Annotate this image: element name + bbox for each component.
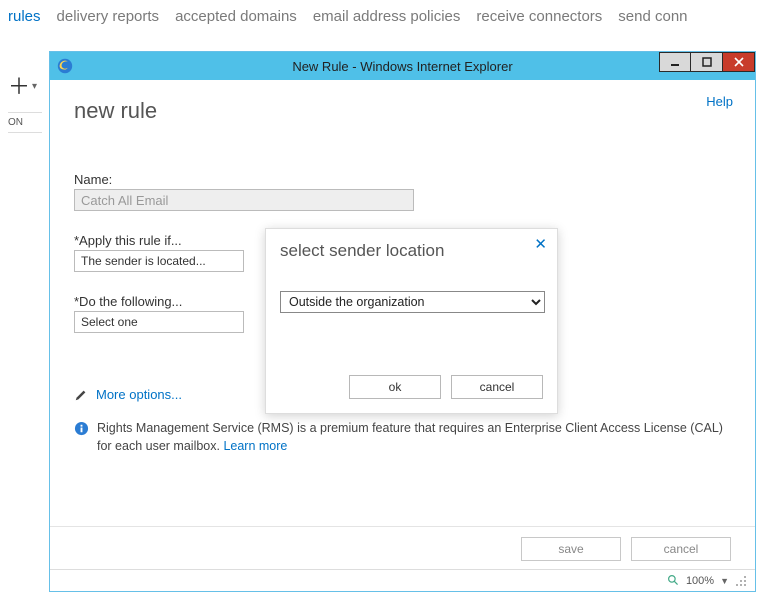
more-options-text: More options... (96, 387, 182, 402)
maximize-button[interactable] (691, 52, 723, 72)
zoom-value: 100% (686, 575, 714, 587)
ie-window: New Rule - Windows Internet Explorer Hel… (49, 51, 756, 592)
pencil-icon (74, 388, 88, 402)
magnifier-icon (667, 574, 680, 587)
window-title: New Rule - Windows Internet Explorer (50, 59, 755, 74)
footer: save cancel (50, 526, 755, 569)
apply-rule-select[interactable]: The sender is located... (74, 250, 244, 272)
info-text: Rights Management Service (RMS) is a pre… (97, 421, 723, 453)
tab-email-address-policies[interactable]: email address policies (313, 8, 461, 25)
name-input[interactable] (74, 189, 414, 211)
modal-ok-button[interactable]: ok (349, 375, 441, 399)
minimize-icon (670, 57, 680, 67)
save-button[interactable]: save (521, 537, 621, 561)
statusbar: 100% ▼ (50, 569, 755, 591)
maximize-icon (702, 57, 712, 67)
ie-icon (56, 57, 74, 75)
sender-location-modal: ✕ select sender location Outside the org… (265, 228, 558, 414)
info-text-container: Rights Management Service (RMS) is a pre… (97, 420, 731, 455)
close-icon (734, 57, 744, 67)
modal-buttons: ok cancel (349, 375, 543, 399)
tab-receive-connectors[interactable]: receive connectors (476, 8, 602, 25)
tab-accepted-domains[interactable]: accepted domains (175, 8, 297, 25)
left-tools: ＋ ▾ ON (8, 76, 42, 133)
help-link[interactable]: Help (706, 94, 733, 109)
learn-more-link[interactable]: Learn more (223, 439, 287, 453)
modal-close-button[interactable]: ✕ (534, 235, 547, 253)
tab-delivery-reports[interactable]: delivery reports (57, 8, 160, 25)
window-buttons (659, 52, 755, 72)
name-field: Name: (74, 172, 731, 211)
sender-location-select[interactable]: Outside the organization (280, 291, 545, 313)
on-column-header: ON (8, 112, 42, 133)
page-title: new rule (74, 98, 731, 124)
info-row: Rights Management Service (RMS) is a pre… (74, 420, 731, 455)
nav-tabs: rules delivery reports accepted domains … (0, 0, 761, 29)
zoom-caret-icon[interactable]: ▼ (720, 576, 729, 586)
window-titlebar: New Rule - Windows Internet Explorer (50, 52, 755, 80)
cancel-button[interactable]: cancel (631, 537, 731, 561)
tab-rules[interactable]: rules (8, 8, 41, 25)
info-icon (74, 421, 89, 436)
add-rule-button[interactable]: ＋ ▾ (8, 76, 42, 98)
modal-cancel-button[interactable]: cancel (451, 375, 543, 399)
resize-grip-icon[interactable] (735, 575, 747, 587)
minimize-button[interactable] (659, 52, 691, 72)
modal-title: select sender location (280, 241, 543, 261)
close-button[interactable] (723, 52, 755, 72)
do-following-select[interactable]: Select one (74, 311, 244, 333)
tab-send-connectors[interactable]: send conn (618, 8, 687, 25)
name-label: Name: (74, 172, 731, 187)
dropdown-caret-icon: ▾ (32, 76, 37, 98)
plus-icon: ＋ (8, 76, 30, 98)
